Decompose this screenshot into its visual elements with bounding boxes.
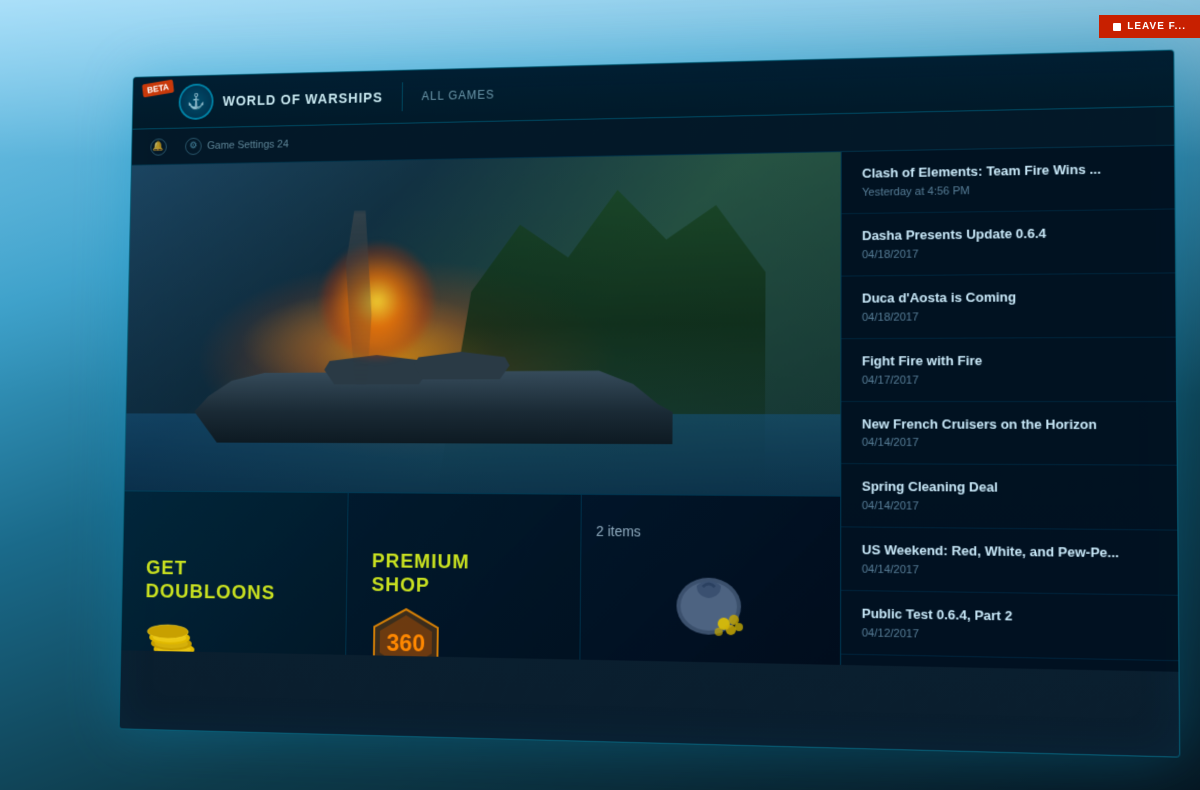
news-item-3[interactable]: Fight Fire with Fire 04/17/2017 xyxy=(841,337,1176,401)
doubloons-label-line1: GET xyxy=(146,556,187,580)
news-date-3: 04/17/2017 xyxy=(862,374,1155,387)
feedback-dot xyxy=(1113,23,1121,31)
premium-shop-label-line1: PREMIUM xyxy=(372,549,470,574)
ship-silhouette xyxy=(193,274,729,475)
all-games-link[interactable]: ALL GAMES xyxy=(421,88,494,103)
bottom-panels: GET DOUBLOONS xyxy=(121,490,840,664)
rewards-label: Doubloons and Silver xyxy=(647,658,772,664)
news-title-6: US Weekend: Red, White, and Pew-Pe... xyxy=(862,542,1156,563)
doubloons-icon xyxy=(144,617,210,665)
news-date-0: Yesterday at 4:56 PM xyxy=(862,182,1153,199)
leave-feedback-button[interactable]: LEAVE F... xyxy=(1099,15,1200,38)
news-item-6[interactable]: US Weekend: Red, White, and Pew-Pe... 04… xyxy=(841,528,1178,596)
news-item-1[interactable]: Dasha Presents Update 0.6.4 04/18/2017 xyxy=(842,209,1176,276)
news-date-1: 04/18/2017 xyxy=(862,246,1154,261)
news-date-5: 04/14/2017 xyxy=(862,500,1156,515)
game-logo: ⚓ WORLD OF WARSHIPS xyxy=(178,79,383,120)
news-date-2: 04/18/2017 xyxy=(862,309,1154,323)
leave-feedback-label: LEAVE F... xyxy=(1127,21,1186,32)
svg-text:360: 360 xyxy=(387,629,426,656)
news-title-3: Fight Fire with Fire xyxy=(862,352,1155,370)
launcher-wrapper: BETA ⚓ WORLD OF WARSHIPS ALL GAMES 🔔 ⚙ G… xyxy=(119,50,1181,758)
panel-rewards[interactable]: 2 items xyxy=(579,494,840,665)
news-title-2: Duca d'Aosta is Coming xyxy=(862,288,1154,308)
news-title-1: Dasha Presents Update 0.6.4 xyxy=(862,224,1153,245)
news-item-4[interactable]: New French Cruisers on the Horizon 04/14… xyxy=(841,402,1176,467)
game-logo-icon: ⚓ xyxy=(178,83,214,120)
panel-get-doubloons[interactable]: GET DOUBLOONS xyxy=(121,490,349,664)
rewards-count: 2 items xyxy=(596,522,641,539)
news-item-2[interactable]: Duca d'Aosta is Coming 04/18/2017 xyxy=(841,273,1175,339)
main-content: GET DOUBLOONS xyxy=(121,146,1178,672)
news-panel[interactable]: Clash of Elements: Team Fire Wins ... Ye… xyxy=(840,146,1178,672)
news-date-4: 04/14/2017 xyxy=(862,437,1155,450)
ship-turret-2 xyxy=(413,352,509,380)
news-title-5: Spring Cleaning Deal xyxy=(862,479,1156,498)
game-title: WORLD OF WARSHIPS xyxy=(223,90,383,109)
shop-badge-icon: 360 xyxy=(370,606,443,665)
anchor-icon: ⚓ xyxy=(187,92,206,111)
news-title-7: Public Test 0.6.4, Part 2 xyxy=(862,606,1157,628)
panel-premium-shop[interactable]: PREMIUM SHOP 360 xyxy=(345,492,581,665)
news-item-0[interactable]: Clash of Elements: Team Fire Wins ... Ye… xyxy=(842,146,1175,214)
settings-label: Game Settings 24 xyxy=(207,138,289,151)
news-date-6: 04/14/2017 xyxy=(862,564,1156,580)
news-item-5[interactable]: Spring Cleaning Deal 04/14/2017 xyxy=(841,465,1177,531)
premium-shop-label-line2: SHOP xyxy=(371,573,430,598)
beta-badge: BETA xyxy=(142,79,174,97)
news-date-7: 04/12/2017 xyxy=(862,627,1157,645)
bell-icon: 🔔 xyxy=(150,138,167,155)
nav-divider xyxy=(401,82,402,111)
news-item-7[interactable]: Public Test 0.6.4, Part 2 04/12/2017 xyxy=(841,591,1178,661)
news-title-0: Clash of Elements: Team Fire Wins ... xyxy=(862,160,1153,182)
settings-item[interactable]: ⚙ Game Settings 24 xyxy=(185,135,289,154)
gear-icon: ⚙ xyxy=(185,137,202,154)
launcher-window: BETA ⚓ WORLD OF WARSHIPS ALL GAMES 🔔 ⚙ G… xyxy=(119,50,1181,758)
battle-image xyxy=(125,152,841,496)
reward-bag-icon xyxy=(659,549,760,652)
notifications-item[interactable]: 🔔 xyxy=(150,138,167,155)
news-title-4: New French Cruisers on the Horizon xyxy=(862,416,1155,434)
doubloons-label-line2: DOUBLOONS xyxy=(145,579,275,604)
game-area: GET DOUBLOONS xyxy=(121,152,840,665)
